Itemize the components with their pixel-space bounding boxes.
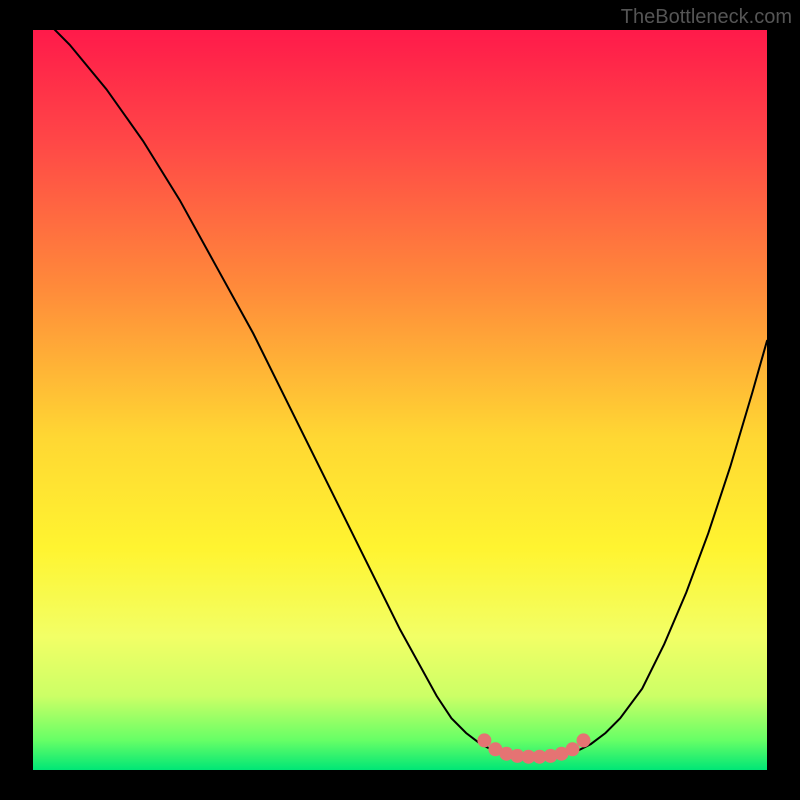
marker-valley-markers	[577, 733, 591, 747]
marker-valley-markers	[477, 733, 491, 747]
chart-svg	[0, 0, 800, 800]
bottleneck-chart: TheBottleneck.com	[0, 0, 800, 800]
marker-valley-markers	[566, 742, 580, 756]
watermark-text: TheBottleneck.com	[621, 6, 792, 29]
